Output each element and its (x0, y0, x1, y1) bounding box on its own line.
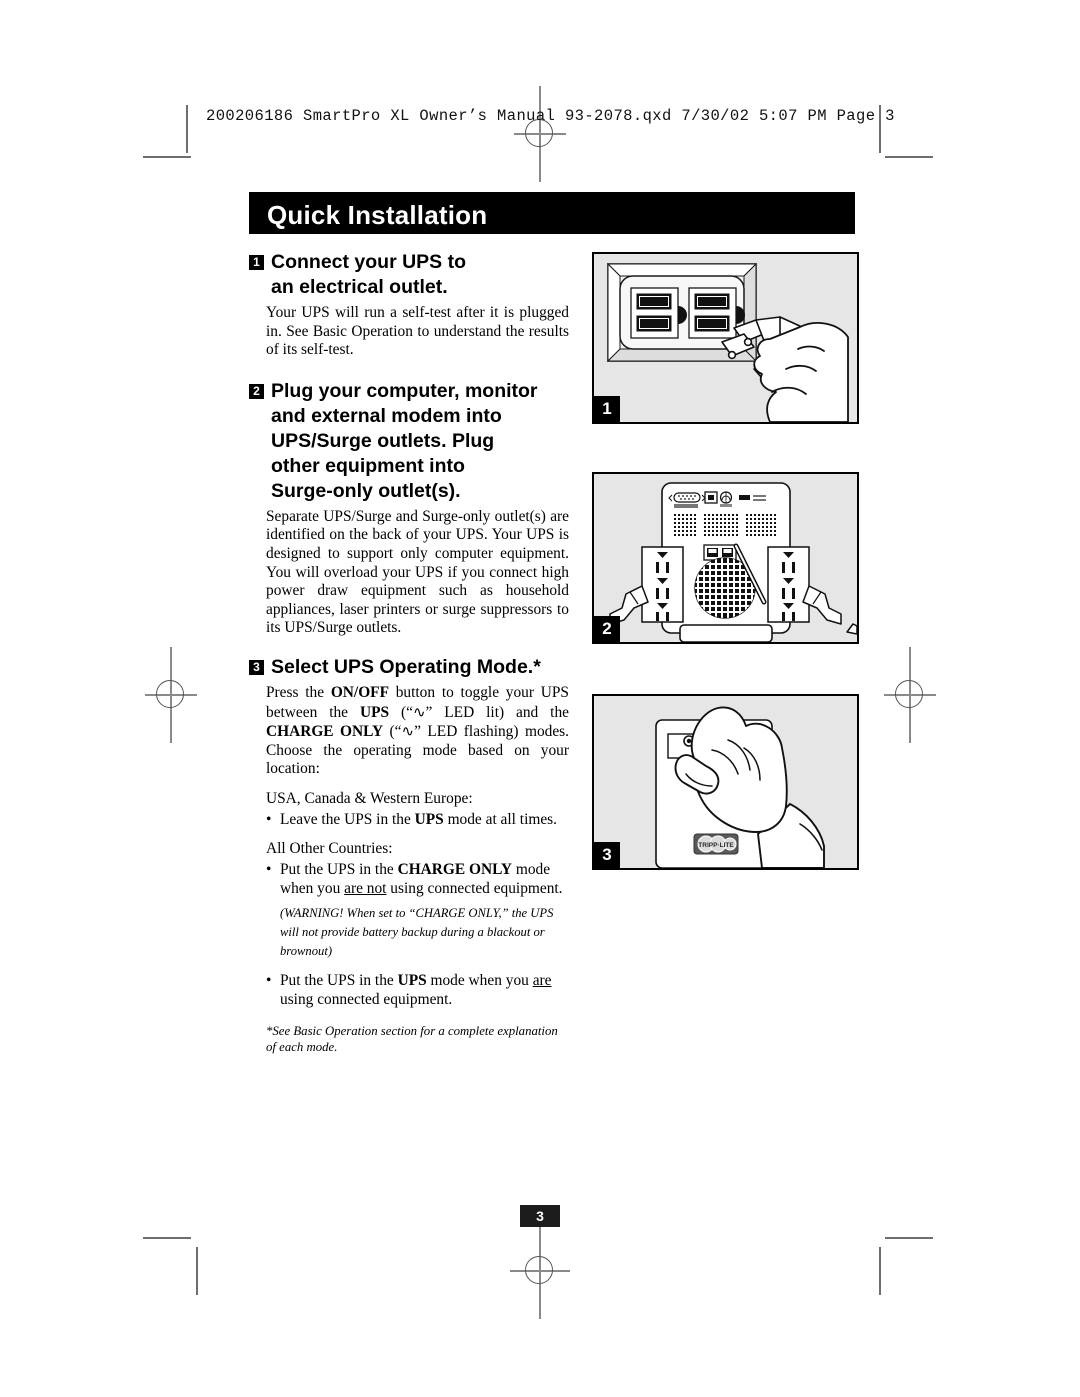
step-1-heading: 1 Connect your UPS to an electrical outl… (249, 250, 569, 300)
region-1-bullet-post: mode at all times. (443, 810, 557, 828)
figure-3-illustration: TRIPP·LITE (594, 696, 857, 868)
page-number-badge: 3 (520, 1205, 560, 1227)
step-2-heading-line2: and external modem into (271, 404, 502, 427)
outlet-bank-right (767, 546, 810, 623)
step-1: 1 Connect your UPS to an electrical outl… (249, 250, 569, 360)
sine-wave-icon: ∿ (412, 702, 426, 721)
step-2-body: Separate UPS/Surge and Surge-only outlet… (266, 507, 569, 637)
crop-mark-top-left-vertical (186, 105, 188, 153)
instructions-column: 1 Connect your UPS to an electrical outl… (249, 250, 569, 1055)
page-title: Quick Installation (267, 200, 488, 230)
region-2-bullet-pre: Put the UPS in the (280, 860, 398, 878)
figure-3-badge: 3 (594, 842, 620, 868)
step-2-number-badge: 2 (249, 383, 264, 399)
crop-mark-bottom-right-horizontal (885, 1237, 933, 1239)
step-2-heading-line3: UPS/Surge outlets. Plug (271, 429, 495, 452)
crop-mark-bottom-left-horizontal (143, 1237, 191, 1239)
step-1-heading-line1: Connect your UPS to (271, 251, 467, 273)
step-1-heading-line2: an electrical outlet. (271, 276, 448, 298)
figure-1-wall-outlet: 1 (592, 252, 859, 424)
step-3-charge-only-label: CHARGE ONLY (266, 723, 384, 741)
step-3-number-badge: 3 (249, 659, 264, 675)
list-item: Put the UPS in the UPS mode when you are… (266, 971, 569, 1009)
figure-2-badge: 2 (594, 616, 620, 642)
list-item: Leave the UPS in the UPS mode at all tim… (266, 810, 569, 829)
region-3-bullet-pre: Put the UPS in the (280, 971, 398, 989)
step-3-body: Press the ON/OFF button to toggle your U… (266, 684, 569, 779)
region-3-bullet-list: Put the UPS in the UPS mode when you are… (266, 971, 569, 1009)
list-item: Put the UPS in the CHARGE ONLY mode when… (266, 860, 569, 898)
step-3-heading: 3 Select UPS Operating Mode.* (249, 655, 569, 680)
region-1-label: USA, Canada & Western Europe: (266, 789, 473, 807)
step-2-heading: 2 Plug your computer, monitor and extern… (249, 379, 569, 504)
outlet-bank-left (641, 546, 684, 623)
region-2-bullet-underline: are not (344, 879, 387, 897)
region-3-bullet-bold: UPS (397, 971, 427, 989)
crop-mark-top-left-horizontal (143, 156, 191, 158)
step-2-heading-line5: Surge-only outlet(s). (271, 479, 461, 502)
svg-text:TRIPP·LITE: TRIPP·LITE (698, 842, 734, 849)
step-3-heading-line1: Select UPS Operating Mode.* (271, 655, 541, 678)
step-2: 2 Plug your computer, monitor and extern… (249, 379, 569, 638)
switch-icon (704, 491, 718, 504)
sine-wave-icon-2: ∿ (401, 722, 415, 741)
step-3-onoff-label: ON/OFF (330, 683, 389, 701)
step-2-heading-line1: Plug your computer, monitor (271, 379, 538, 402)
crop-mark-top-right-horizontal (885, 156, 933, 158)
crop-mark-bottom-right-vertical (879, 1247, 881, 1295)
operating-mode-footnote: *See Basic Operation section for a compl… (266, 1023, 558, 1054)
region-2-bullet-bold: CHARGE ONLY (397, 860, 513, 878)
figure-2-illustration (594, 474, 857, 642)
step-1-number-badge: 1 (249, 255, 264, 270)
charge-only-warning: (WARNING! When set to “CHARGE ONLY,” the… (280, 905, 554, 958)
region-1-bullet-list: Leave the UPS in the UPS mode at all tim… (266, 810, 569, 829)
registration-mark-right-center (884, 647, 936, 743)
step-3-ups-label: UPS (359, 703, 390, 721)
figure-3-press-onoff-button: TRIPP·LITE 3 (592, 694, 859, 870)
step-2-heading-line4: other equipment into (271, 454, 465, 477)
region-2-bullet-list: Put the UPS in the CHARGE ONLY mode when… (266, 860, 569, 898)
region-3-bullet-post: using connected equipment. (280, 990, 453, 1008)
step-3-body-part3: (“ (389, 703, 413, 721)
region-3-bullet-mid: mode when you (426, 971, 533, 989)
crop-mark-bottom-left-vertical (196, 1247, 198, 1295)
step-3-body-part5: (“ (383, 723, 402, 741)
registration-mark-bottom-center (510, 1223, 570, 1319)
receptacle-left (630, 287, 687, 339)
step-3-body-part1: Press the (266, 683, 331, 701)
registration-mark-left-center (145, 647, 197, 743)
step-3: 3 Select UPS Operating Mode.* Press the … (249, 655, 569, 1055)
figure-2-ups-rear-panel: 2 (592, 472, 859, 644)
section-title-banner: Quick Installation (249, 192, 855, 234)
region-2-label: All Other Countries: (266, 839, 393, 857)
figure-1-badge: 1 (594, 396, 620, 422)
step-1-body: Your UPS will run a self-test after it i… (266, 304, 569, 359)
tripp-lite-logo: TRIPP·LITE (693, 833, 739, 855)
step-3-body-part4: ” LED lit) and the (425, 703, 569, 721)
reset-breaker-icon (719, 491, 733, 507)
figure-1-illustration (594, 254, 857, 422)
region-1-bullet-bold: UPS (414, 810, 444, 828)
network-jacks (703, 544, 737, 561)
region-2-bullet-post: using connected equipment. (386, 879, 563, 897)
region-1-bullet-pre: Leave the UPS in the (280, 810, 415, 828)
file-header-text: 200206186 SmartPro XL Owner’s Manual 93-… (206, 107, 895, 125)
region-3-bullet-underline: are (532, 971, 552, 989)
